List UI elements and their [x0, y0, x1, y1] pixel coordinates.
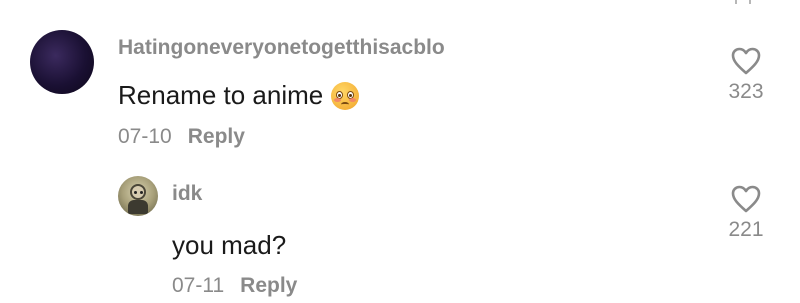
reply-meta: 07-11 Reply	[172, 274, 297, 298]
reply-text: you mad?	[172, 230, 287, 260]
partial-icon-cropped	[735, 0, 751, 4]
reply-item: idk you mad? 07-11 Reply 221	[0, 170, 800, 303]
reply-button[interactable]: Reply	[188, 125, 245, 149]
comment-item: Hatingoneveryonetogetthisacblo Rename to…	[0, 28, 800, 158]
avatar-figure-body	[128, 200, 148, 214]
comments-panel: Hatingoneveryonetogetthisacblo Rename to…	[0, 0, 800, 303]
avatar[interactable]	[30, 30, 94, 94]
reply-button[interactable]: Reply	[240, 274, 297, 298]
avatar[interactable]	[118, 176, 158, 216]
like-count: 323	[728, 80, 764, 103]
like-control[interactable]: 323	[718, 46, 774, 104]
like-count: 221	[728, 218, 764, 241]
heart-outline-icon[interactable]	[730, 184, 762, 214]
reply-date: 07-11	[172, 274, 225, 297]
reply-text-row: you mad?	[172, 230, 286, 261]
comment-text: Rename to anime	[118, 80, 324, 110]
comment-text-row: Rename to anime	[118, 80, 360, 111]
pleading-face-emoji-icon	[331, 81, 360, 110]
comment-meta: 07-10 Reply	[118, 125, 245, 149]
comment-username[interactable]: Hatingoneveryonetogetthisacblo	[118, 36, 445, 60]
avatar-figure	[130, 184, 146, 200]
heart-outline-icon[interactable]	[730, 46, 762, 76]
reply-username[interactable]: idk	[172, 182, 202, 206]
comment-date: 07-10	[118, 125, 172, 148]
like-control[interactable]: 221	[718, 184, 774, 242]
